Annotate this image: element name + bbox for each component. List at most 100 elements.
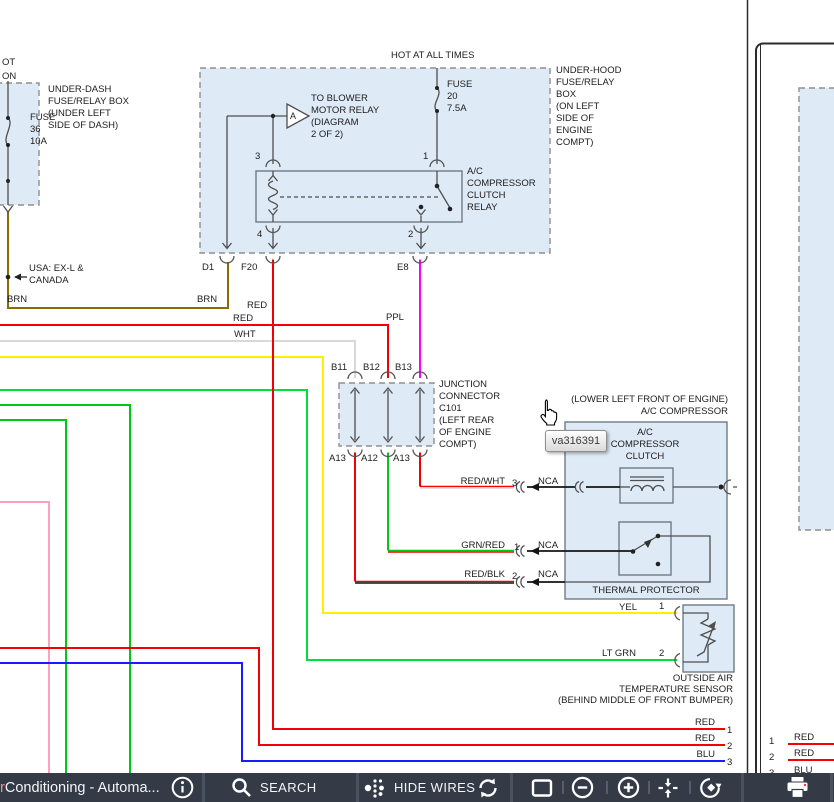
search-button[interactable]: SEARCH — [231, 773, 317, 802]
refresh-button[interactable] — [476, 773, 500, 802]
toolbar-separator — [202, 773, 205, 802]
toolbar-thin-separator — [606, 781, 608, 794]
wire-color-label-grnred: GRN/RED — [440, 540, 505, 552]
search-icon — [231, 777, 252, 798]
print-button[interactable] — [785, 773, 810, 802]
zoom-in-icon — [617, 776, 640, 799]
wire-number-2: 2 — [727, 741, 732, 753]
diagram-canvas[interactable]: OT ON UNDER-DASH FUSE/RELAY BOX (UNDER L… — [0, 0, 834, 773]
toolbar-separator — [830, 773, 833, 802]
relay-pin-2: 2 — [408, 229, 413, 241]
wire-red-b12 — [0, 325, 388, 378]
pin-d1 — [220, 256, 234, 263]
wire-number-1: 1 — [727, 725, 732, 737]
reset-view-icon — [698, 776, 722, 800]
wire-color-label-red: RED — [233, 313, 253, 325]
pin-number-1: 1 — [514, 542, 519, 554]
wire-color-label-nca: NCA — [538, 569, 558, 581]
fuse-36-label: FUSE 36 10A — [30, 112, 55, 148]
toolbar-separator — [356, 773, 359, 802]
search-button-label: SEARCH — [260, 780, 317, 795]
selection-rectangle-icon — [531, 777, 553, 799]
selection-zoom-button[interactable] — [531, 773, 553, 802]
conn-redblk-2 — [521, 577, 525, 588]
usa-exl-label: USA: EX-L & CANADA — [29, 263, 84, 287]
hot-label-partial: OT ON — [2, 56, 16, 84]
pin-label-f20: F20 — [241, 262, 257, 274]
wire-wht — [0, 341, 355, 378]
hand-pointer-cursor — [537, 399, 559, 427]
wire-color-label-nca: NCA — [538, 476, 558, 488]
wire-color-label-blu: BLU — [680, 749, 715, 761]
zoom-out-icon — [571, 776, 594, 799]
conn-grnred-2 — [521, 546, 525, 557]
hot-at-all-times-label: HOT AT ALL TIMES — [391, 50, 474, 62]
usa-arrowhead — [14, 274, 21, 281]
wire-color-label-brn: BRN — [7, 294, 27, 306]
wiring-diagram-app: OT ON UNDER-DASH FUSE/RELAY BOX (UNDER L… — [0, 0, 834, 802]
underhood-box-label: UNDER-HOOD FUSE/RELAY BOX (ON LEFT SIDE … — [556, 65, 621, 149]
p2-wire-number-2: 2 — [769, 752, 774, 764]
wire-color-label-ppl: PPL — [386, 312, 404, 324]
wire-brn — [8, 212, 228, 308]
pin-label-b12: B12 — [363, 362, 380, 374]
fit-to-screen-button[interactable] — [657, 773, 679, 802]
pin-label-b11: B11 — [331, 362, 347, 374]
reset-view-button[interactable] — [698, 773, 722, 802]
wire-color-label-redwht: RED/WHT — [440, 476, 505, 488]
pin-label-a12: A12 — [361, 453, 378, 465]
pin-label-e8: E8 — [397, 262, 409, 274]
toolbar-thin-separator — [648, 781, 650, 794]
info-icon — [171, 776, 194, 799]
right-page-box — [799, 88, 834, 530]
relay-pin-1: 1 — [423, 151, 428, 163]
pin-label-a13: A13 — [393, 453, 410, 465]
wire-color-label-red: RED — [680, 733, 715, 745]
zoom-out-button[interactable] — [571, 773, 594, 802]
pin-label-b13: B13 — [395, 362, 412, 374]
printer-icon — [785, 776, 810, 799]
refresh-icon — [476, 776, 500, 800]
clutch-label: A/C COMPRESSOR CLUTCH — [597, 427, 693, 463]
toolbar-separator — [741, 773, 744, 802]
p2-wire-color-red: RED — [794, 732, 814, 744]
triangle-a-label: A — [290, 110, 296, 122]
fuse-20-label: FUSE 20 7.5A — [447, 79, 472, 115]
wire-grn-3 — [0, 420, 66, 773]
pin-number-3: 3 — [512, 478, 517, 490]
sensor-pin-1: 1 — [659, 601, 664, 613]
compressor-location-label: (LOWER LEFT FRONT OF ENGINE) — [560, 394, 728, 406]
info-button[interactable] — [171, 773, 194, 802]
compressor-label: A/C COMPRESSOR — [560, 406, 728, 418]
wire-color-label-yel: YEL — [600, 602, 637, 614]
to-blower-label: TO BLOWER MOTOR RELAY (DIAGRAM 2 OF 2) — [311, 93, 379, 141]
ac-relay-label: A/C COMPRESSOR CLUTCH RELAY — [467, 166, 536, 214]
wire-color-label-wht: WHT — [234, 329, 256, 341]
pin-label-a13: A13 — [329, 453, 346, 465]
wire-color-label-ltgrn: LT GRN — [598, 648, 636, 660]
hide-wires-button[interactable]: HIDE WIRES — [364, 773, 475, 802]
diagram-tab-title[interactable]: r Conditioning - Automa... — [0, 773, 160, 802]
wire-color-label-nca: NCA — [538, 540, 558, 552]
wire-color-label-red: RED — [247, 300, 267, 312]
wire-pnk — [0, 502, 49, 773]
sensor-pin-2: 2 — [659, 648, 664, 660]
pin-number-2: 2 — [512, 571, 517, 583]
zoom-in-button[interactable] — [617, 773, 640, 802]
tooltip: va316391 — [545, 430, 607, 452]
relay-pin-3: 3 — [255, 151, 260, 163]
junction-connector-label: JUNCTION CONNECTOR C101 (LEFT REAR OF EN… — [439, 379, 500, 451]
toolbar-separator — [510, 773, 513, 802]
underdash-box-label: UNDER-DASH FUSE/RELAY BOX (UNDER LEFT SI… — [48, 84, 129, 132]
toolbar-thin-separator — [562, 781, 564, 794]
arrow-down — [4, 206, 13, 212]
title-text: Conditioning - Automa... — [5, 780, 160, 796]
hide-wires-icon — [364, 777, 386, 799]
conn-redwht-2 — [521, 482, 525, 493]
thermal-protector-label: THERMAL PROTECTOR — [582, 585, 710, 597]
relay-pin-4: 4 — [257, 229, 262, 241]
pin-label-d1: D1 — [202, 262, 214, 274]
wire-color-label-brn: BRN — [197, 294, 217, 306]
wire-color-label-red: RED — [680, 717, 715, 729]
toolbar-thin-separator — [689, 781, 691, 794]
